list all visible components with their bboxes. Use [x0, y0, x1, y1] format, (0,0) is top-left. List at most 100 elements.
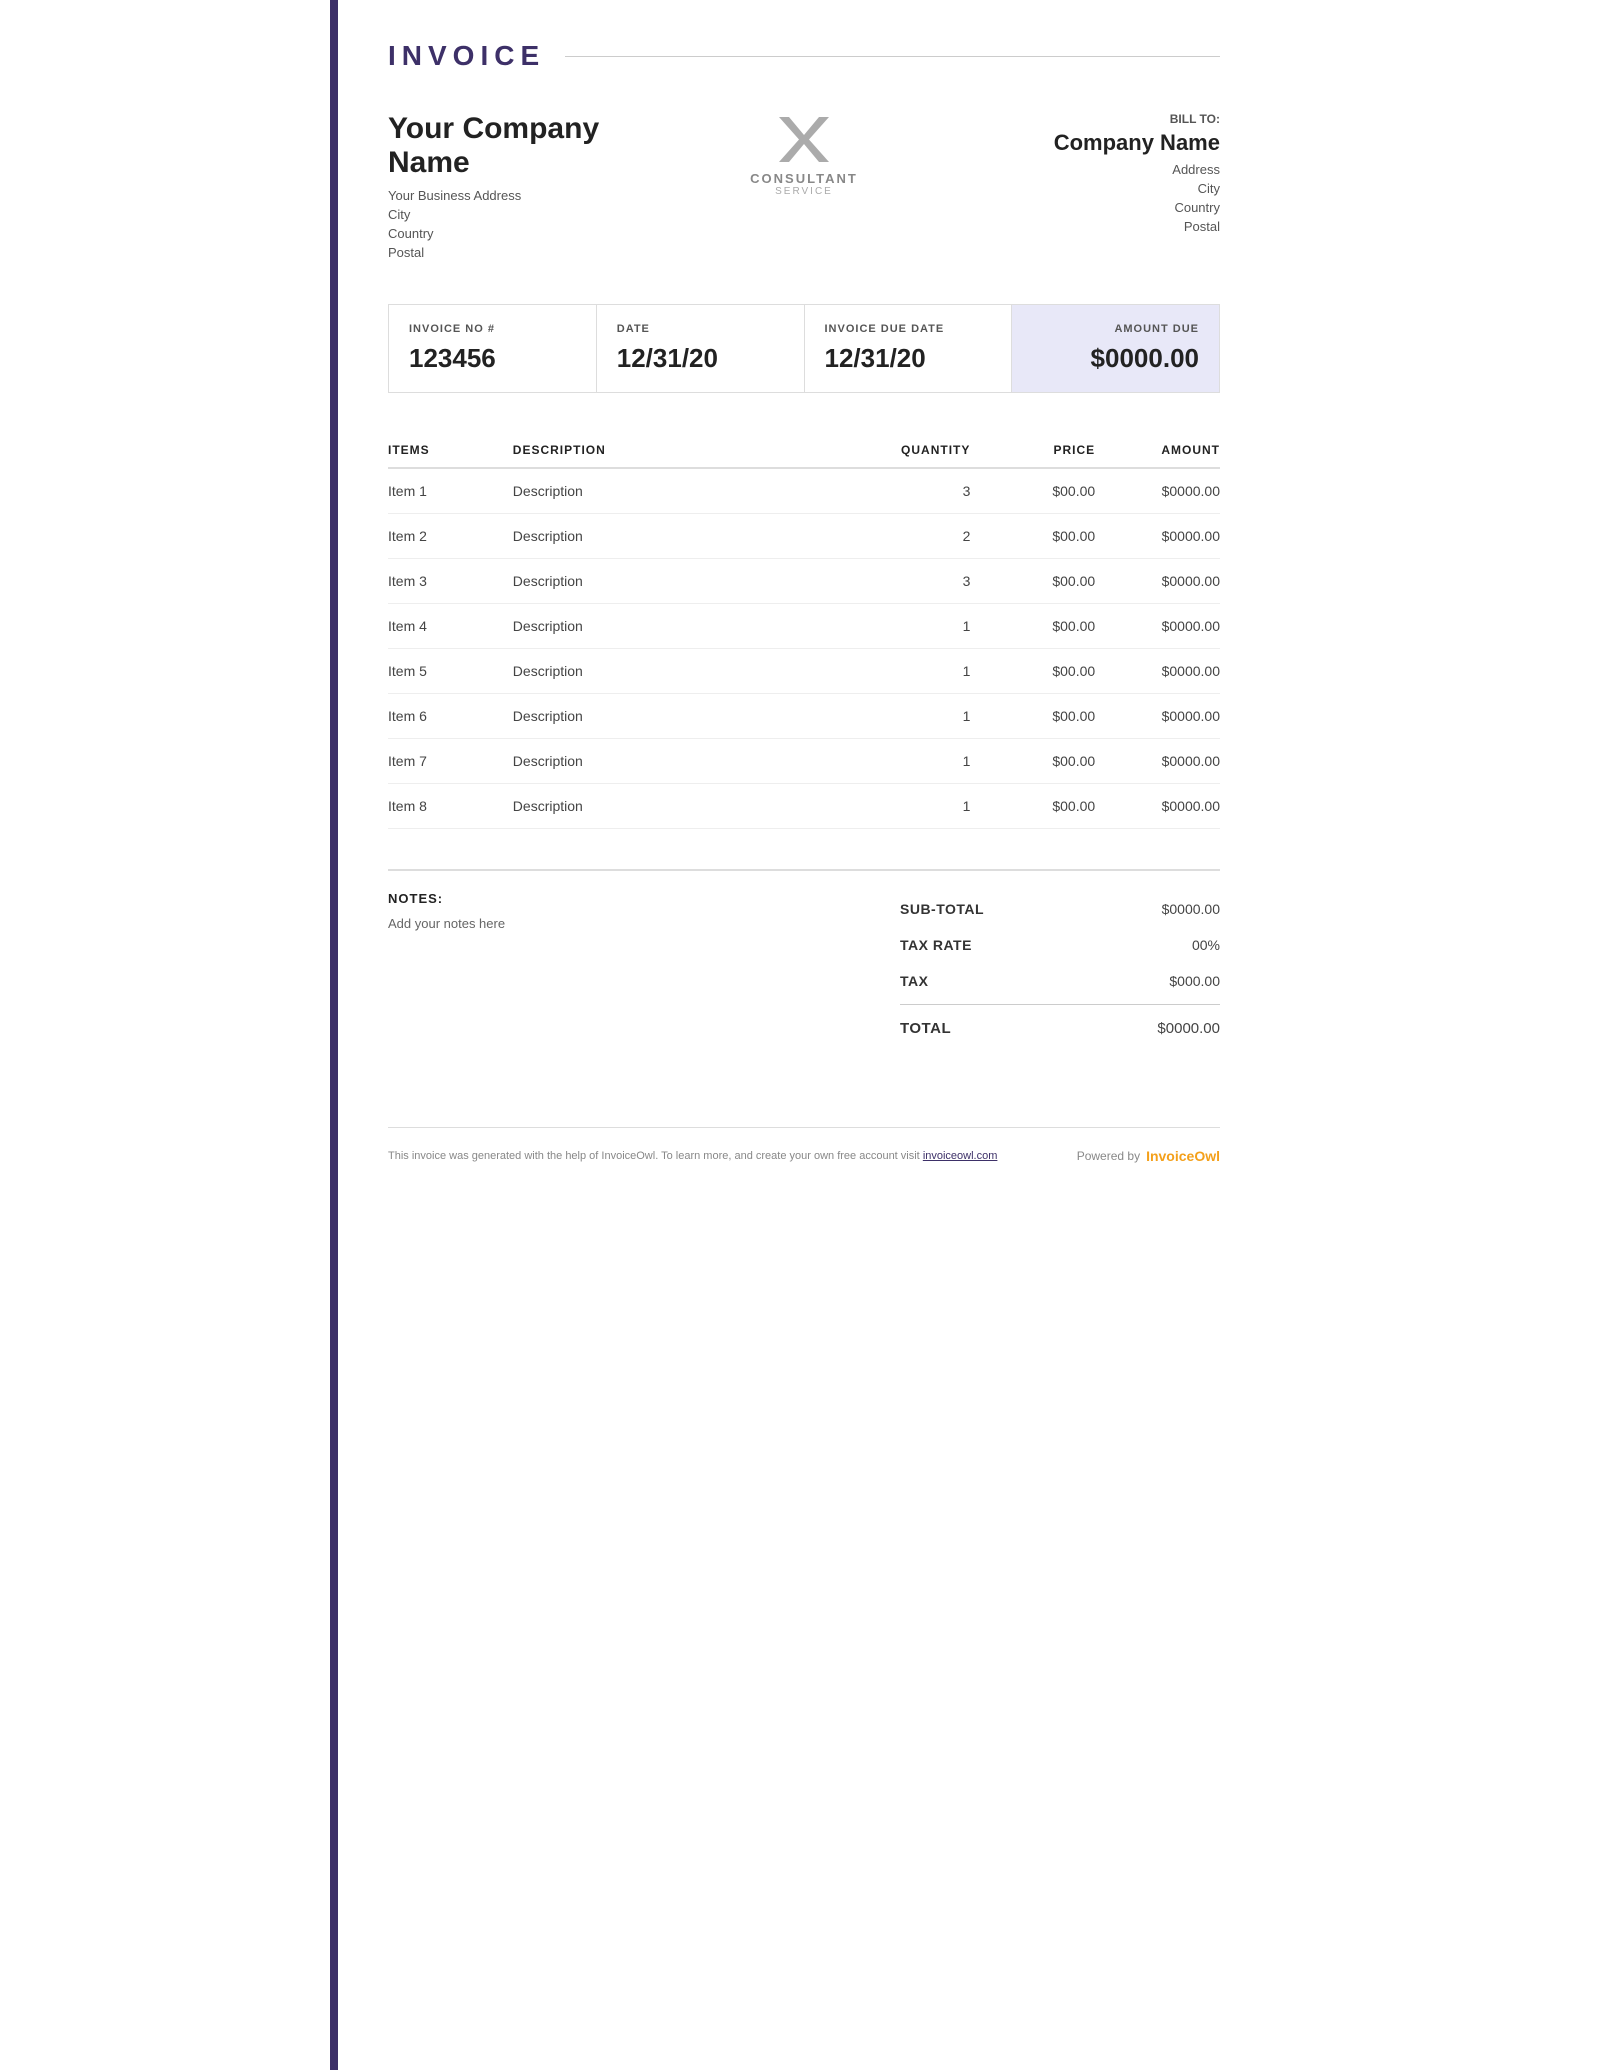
- bill-to-company: Company Name: [943, 130, 1220, 156]
- table-row: Item 5 Description 1 $00.00 $0000.00: [388, 649, 1220, 694]
- brand-name: InvoiceOwl: [1146, 1148, 1220, 1164]
- company-country: Country: [388, 226, 665, 241]
- cell-desc-7: Description: [513, 784, 846, 829]
- table-row: Item 1 Description 3 $00.00 $0000.00: [388, 468, 1220, 514]
- powered-by-text: Powered by: [1077, 1149, 1140, 1163]
- cell-qty-0: 3: [846, 468, 971, 514]
- bill-to-postal: Postal: [943, 219, 1220, 234]
- col-header-quantity: QUANTITY: [846, 433, 971, 468]
- totals-section: SUB-TOTAL $0000.00 TAX RATE 00% TAX $000…: [900, 891, 1220, 1047]
- amount-due-value: $0000.00: [1032, 343, 1199, 374]
- cell-item-4: Item 5: [388, 649, 513, 694]
- bill-to-city: City: [943, 181, 1220, 196]
- cell-qty-4: 1: [846, 649, 971, 694]
- tax-rate-value: 00%: [1192, 937, 1220, 953]
- cell-item-2: Item 3: [388, 559, 513, 604]
- cell-price-5: $00.00: [970, 694, 1095, 739]
- logo-text-main: CONSULTANT: [750, 171, 858, 186]
- total-value: $0000.00: [1157, 1020, 1220, 1037]
- subtotal-row: SUB-TOTAL $0000.00: [900, 891, 1220, 927]
- date-label: DATE: [617, 323, 784, 335]
- bottom-section: NOTES: Add your notes here SUB-TOTAL $00…: [388, 869, 1220, 1047]
- col-header-items: ITEMS: [388, 433, 513, 468]
- bill-to-address: Address: [943, 162, 1220, 177]
- cell-qty-1: 2: [846, 514, 971, 559]
- cell-amount-7: $0000.00: [1095, 784, 1220, 829]
- cell-item-1: Item 2: [388, 514, 513, 559]
- totals-divider: [900, 1004, 1220, 1005]
- company-address: Your Business Address: [388, 188, 665, 203]
- due-date-value: 12/31/20: [825, 343, 992, 374]
- footer-main-text: This invoice was generated with the help…: [388, 1150, 920, 1162]
- notes-section: NOTES: Add your notes here: [388, 891, 900, 1047]
- company-section: Your Company Name Your Business Address …: [388, 112, 1220, 264]
- cell-item-7: Item 8: [388, 784, 513, 829]
- items-table: ITEMS DESCRIPTION QUANTITY PRICE AMOUNT …: [388, 433, 1220, 829]
- bill-to-country: Country: [943, 200, 1220, 215]
- invoice-header: INVOICE: [388, 40, 1220, 72]
- cell-item-0: Item 1: [388, 468, 513, 514]
- logo-text-sub: SERVICE: [775, 186, 833, 197]
- cell-amount-1: $0000.00: [1095, 514, 1220, 559]
- notes-text: Add your notes here: [388, 916, 860, 931]
- logo-box: CONSULTANT SERVICE: [750, 112, 858, 197]
- cell-price-7: $00.00: [970, 784, 1095, 829]
- cell-price-3: $00.00: [970, 604, 1095, 649]
- cell-price-4: $00.00: [970, 649, 1095, 694]
- tax-value: $000.00: [1169, 973, 1220, 989]
- table-row: Item 3 Description 3 $00.00 $0000.00: [388, 559, 1220, 604]
- meta-due-date: INVOICE DUE DATE 12/31/20: [805, 305, 1013, 392]
- company-postal: Postal: [388, 245, 665, 260]
- invoice-meta: INVOICE NO # 123456 DATE 12/31/20 INVOIC…: [388, 304, 1220, 393]
- table-row: Item 2 Description 2 $00.00 $0000.00: [388, 514, 1220, 559]
- company-from: Your Company Name Your Business Address …: [388, 112, 665, 264]
- cell-desc-3: Description: [513, 604, 846, 649]
- meta-date: DATE 12/31/20: [597, 305, 805, 392]
- total-row: TOTAL $0000.00: [900, 1010, 1220, 1047]
- cell-price-1: $00.00: [970, 514, 1095, 559]
- company-city: City: [388, 207, 665, 222]
- cell-desc-4: Description: [513, 649, 846, 694]
- cell-amount-3: $0000.00: [1095, 604, 1220, 649]
- invoice-no-value: 123456: [409, 343, 576, 374]
- cell-qty-3: 1: [846, 604, 971, 649]
- cell-price-2: $00.00: [970, 559, 1095, 604]
- cell-qty-5: 1: [846, 694, 971, 739]
- meta-amount-due: AMOUNT DUE $0000.00: [1012, 305, 1219, 392]
- company-name: Your Company Name: [388, 112, 665, 180]
- col-header-amount: AMOUNT: [1095, 433, 1220, 468]
- table-row: Item 7 Description 1 $00.00 $0000.00: [388, 739, 1220, 784]
- footer-link[interactable]: invoiceowl.com: [923, 1150, 998, 1162]
- cell-amount-4: $0000.00: [1095, 649, 1220, 694]
- table-header-row: ITEMS DESCRIPTION QUANTITY PRICE AMOUNT: [388, 433, 1220, 468]
- table-row: Item 4 Description 1 $00.00 $0000.00: [388, 604, 1220, 649]
- footer-text: This invoice was generated with the help…: [388, 1150, 997, 1162]
- logo-center: CONSULTANT SERVICE: [665, 112, 942, 197]
- tax-rate-row: TAX RATE 00%: [900, 927, 1220, 963]
- invoice-title-line: [565, 56, 1220, 57]
- due-date-label: INVOICE DUE DATE: [825, 323, 992, 335]
- cell-qty-7: 1: [846, 784, 971, 829]
- bill-to: BILL TO: Company Name Address City Count…: [943, 112, 1220, 238]
- invoice-page: INVOICE Your Company Name Your Business …: [330, 0, 1270, 2070]
- bill-to-label: BILL TO:: [943, 112, 1220, 126]
- total-label: TOTAL: [900, 1020, 951, 1037]
- cell-desc-1: Description: [513, 514, 846, 559]
- brand-accent: Owl: [1194, 1148, 1220, 1164]
- cell-amount-6: $0000.00: [1095, 739, 1220, 784]
- meta-invoice-no: INVOICE NO # 123456: [389, 305, 597, 392]
- left-accent-bar: [330, 0, 338, 2070]
- amount-due-label: AMOUNT DUE: [1032, 323, 1199, 335]
- cell-qty-6: 1: [846, 739, 971, 784]
- footer-powered: Powered by InvoiceOwl: [1077, 1148, 1220, 1164]
- invoice-title: INVOICE: [388, 40, 545, 72]
- logo-icon: [774, 112, 834, 167]
- table-row: Item 6 Description 1 $00.00 $0000.00: [388, 694, 1220, 739]
- cell-qty-2: 3: [846, 559, 971, 604]
- cell-item-3: Item 4: [388, 604, 513, 649]
- cell-desc-5: Description: [513, 694, 846, 739]
- cell-price-6: $00.00: [970, 739, 1095, 784]
- tax-rate-label: TAX RATE: [900, 937, 972, 953]
- cell-amount-2: $0000.00: [1095, 559, 1220, 604]
- cell-price-0: $00.00: [970, 468, 1095, 514]
